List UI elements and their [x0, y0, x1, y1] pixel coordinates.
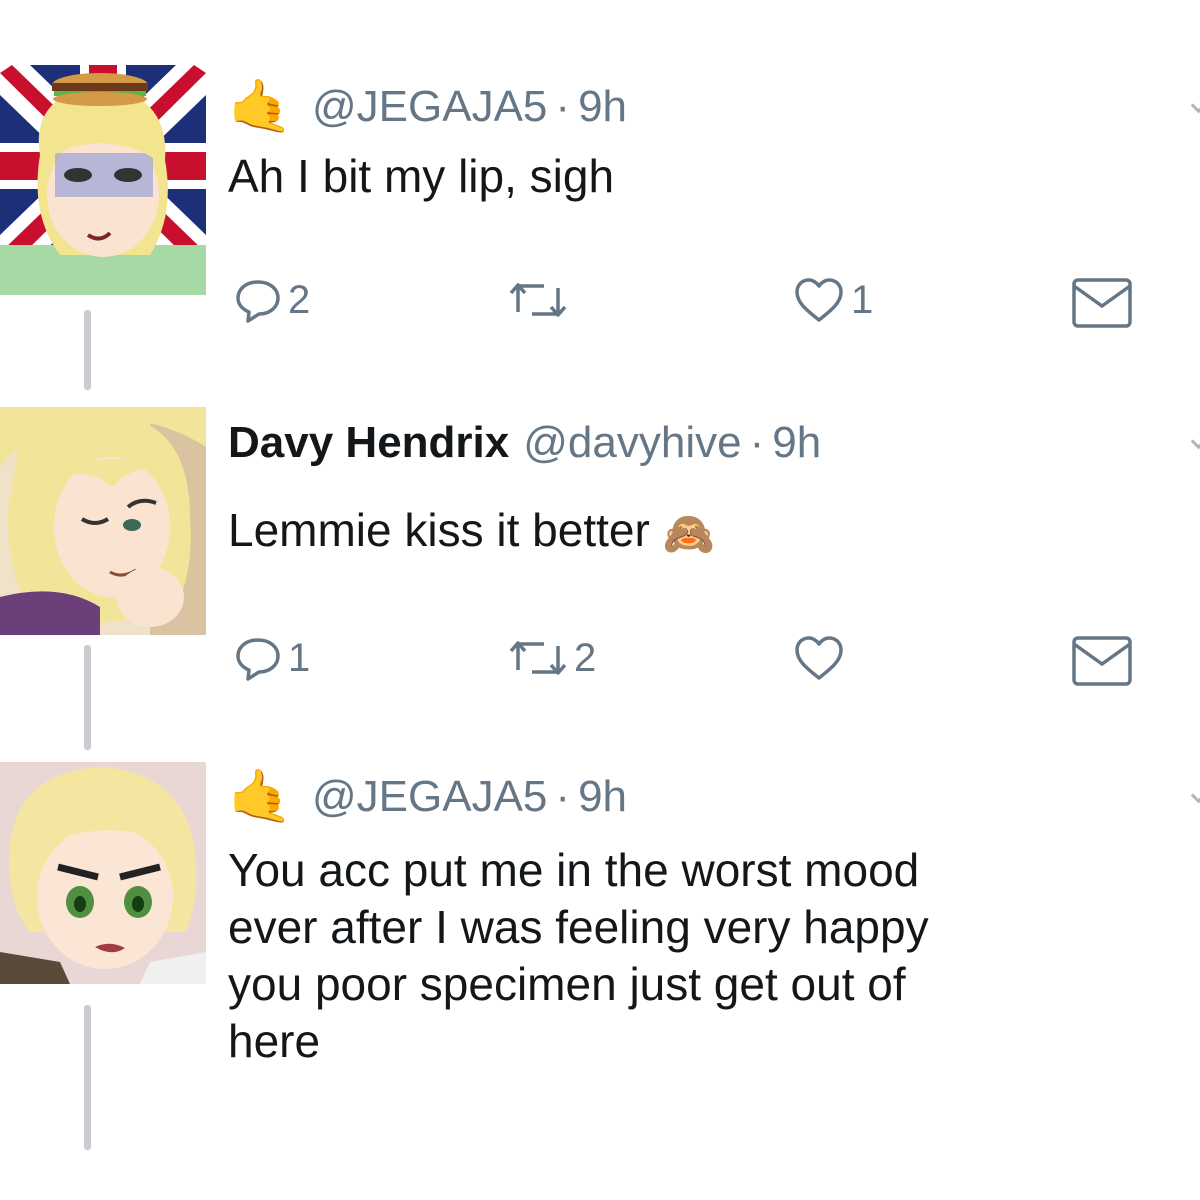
retweet-icon [509, 641, 567, 675]
like-count: 1 [851, 277, 874, 322]
tweet-header: Davy Hendrix @davyhive · 9h [228, 412, 1200, 474]
tweet[interactable]: Davy Hendrix @davyhive · 9h Lemmie kiss … [228, 412, 1200, 686]
reply-count: 1 [288, 635, 311, 680]
message-icon [1072, 278, 1132, 328]
tweet-header: 🤙 @JEGAJA5 · 9h [228, 76, 1200, 138]
reply-icon [236, 280, 280, 323]
reply-button[interactable]: 2 [234, 276, 310, 324]
message-icon [1072, 636, 1132, 686]
message-button[interactable] [1070, 276, 1134, 330]
tweet-header: 🤙 @JEGAJA5 · 9h [228, 766, 1200, 828]
like-button[interactable]: 1 [793, 276, 873, 324]
tweet-actions: 2 1 [228, 276, 1158, 346]
tweet-text: Ah I bit my lip, sigh [228, 150, 615, 202]
retweet-icon [509, 283, 567, 317]
timestamp[interactable]: 9h [578, 82, 627, 132]
retweet-button[interactable] [508, 276, 574, 324]
thread-line [84, 645, 91, 750]
tweet[interactable]: 🤙 @JEGAJA5 · 9h Ah I bit my lip, sigh 2 … [228, 76, 1200, 328]
timestamp[interactable]: 9h [772, 418, 821, 468]
tweet-text-line: You acc put me in the worst mood [228, 844, 920, 896]
tweet-text: You acc put me in the worst mood ever af… [228, 842, 1200, 1070]
tweet-text-line: ever after I was feeling very happy [228, 901, 929, 953]
retweet-count: 2 [574, 635, 597, 680]
user-handle[interactable]: @davyhive [523, 418, 741, 468]
tweet-text-content: Lemmie kiss it better [228, 504, 650, 556]
call-me-hand-emoji: 🤙 [228, 78, 293, 136]
user-handle[interactable]: @JEGAJA5 [312, 772, 547, 822]
like-button[interactable] [793, 634, 851, 682]
reply-icon [236, 638, 280, 681]
separator: · [555, 82, 571, 131]
reply-count: 2 [288, 277, 311, 322]
like-icon [795, 636, 843, 680]
avatar-jegaja5[interactable] [0, 762, 206, 984]
see-no-evil-monkey-emoji: 🙈 [662, 510, 715, 558]
retweet-button[interactable]: 2 [508, 634, 596, 682]
separator: · [749, 418, 765, 467]
message-button[interactable] [1070, 634, 1134, 688]
user-handle[interactable]: @JEGAJA5 [312, 82, 547, 132]
separator: · [555, 772, 571, 821]
tweet-text-line: you poor specimen just get out of [228, 958, 906, 1010]
tweet-text-line: here [228, 1015, 321, 1067]
avatar-jegaja5[interactable] [0, 65, 206, 295]
call-me-hand-emoji: 🤙 [228, 768, 293, 826]
tweet[interactable]: 🤙 @JEGAJA5 · 9h You acc put me in the wo… [228, 766, 1200, 1070]
thread-line [84, 310, 91, 390]
display-name[interactable]: Davy Hendrix [228, 418, 509, 468]
reply-button[interactable]: 1 [234, 634, 310, 682]
timestamp[interactable]: 9h [578, 772, 627, 822]
avatar-davyhive[interactable] [0, 407, 206, 635]
thread-line [84, 1005, 91, 1150]
like-icon [795, 278, 843, 322]
tweet-text: Lemmie kiss it better 🙈 [228, 502, 1200, 562]
tweet-actions: 1 2 [228, 634, 1158, 704]
